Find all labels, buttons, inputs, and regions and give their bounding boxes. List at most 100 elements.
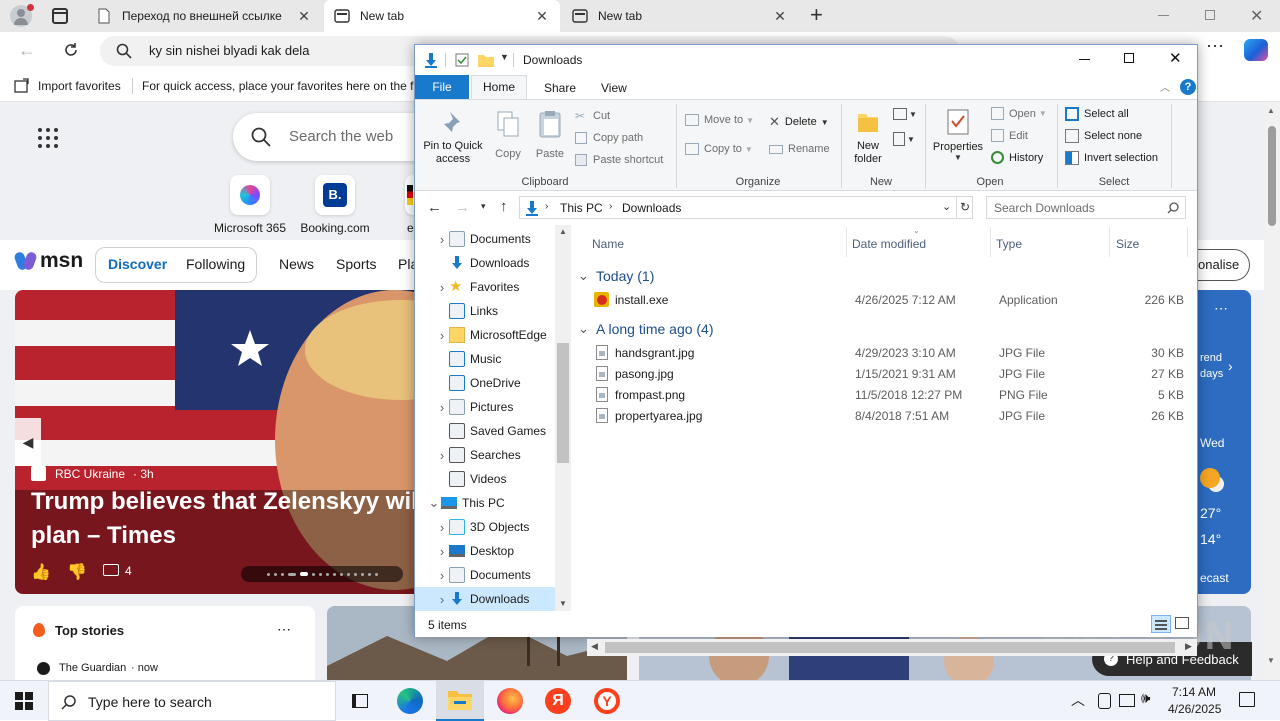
explorer-address-box[interactable]: › This PC › Downloads ⌄ ↻ [519,196,973,219]
delete-button[interactable]: ✕ Delete ▼ [769,114,829,130]
large-icons-view-icon[interactable] [1175,617,1189,629]
import-favorites-icon[interactable] [14,78,30,94]
nav-item[interactable]: › Documents [415,227,555,251]
hero-headline-line2[interactable]: plan – Times [31,522,176,550]
copy-path-button[interactable]: Copy path [575,129,643,147]
properties-button[interactable]: Properties ▼ [930,106,986,172]
expand-chevron-icon[interactable]: › [435,544,449,559]
collapse-ribbon-icon[interactable]: ︿ [1160,79,1170,94]
up-arrow-icon[interactable]: ↑ [500,198,508,215]
nav-item[interactable]: › Documents [415,563,555,587]
tab-new-tab-active[interactable]: New tab ✕ [324,0,560,32]
customize-qa-icon[interactable]: ▼ [500,52,509,62]
nav-item[interactable]: OneDrive [415,371,555,395]
tab-external-link[interactable]: Переход по внешней ссылке ✕ [86,0,322,32]
nav-item[interactable]: › Pictures [415,395,555,419]
profile-avatar[interactable] [10,4,34,27]
close-tab-icon[interactable]: ✕ [534,8,550,25]
quick-link-partial[interactable]: e [395,175,415,235]
more-menu-icon[interactable]: ⋯ [1206,36,1225,57]
network-icon[interactable] [1098,693,1111,709]
notifications-icon[interactable] [1239,692,1255,707]
task-view-button[interactable] [336,681,384,721]
new-folder-qa-icon[interactable] [478,53,494,67]
menu-home[interactable]: Home [471,75,527,100]
nav-item[interactable]: Videos [415,467,555,491]
horizontal-scrollbar[interactable]: ◀ ▶ [587,639,1197,656]
nav-item[interactable]: Links [415,299,555,323]
menu-file[interactable]: File [415,75,469,99]
tab-new-tab[interactable]: New tab ✕ [562,0,798,32]
show-hidden-icons[interactable]: ︿ [1071,690,1085,710]
invert-selection-button[interactable]: Invert selection [1065,151,1158,165]
explorer-search-box[interactable]: Search Downloads [986,196,1186,219]
nav-item[interactable]: › 3D Objects [415,515,555,539]
carousel-dots[interactable] [241,566,403,582]
volume-icon[interactable]: 🕪 [1141,690,1150,707]
minimize-icon[interactable] [1158,15,1169,16]
forecast-link[interactable]: ecast [1200,571,1229,585]
dislike-icon[interactable]: 👎 [67,562,87,582]
expand-chevron-icon[interactable]: › [435,448,449,463]
paste-shortcut-button[interactable]: Paste shortcut [575,151,663,169]
back-arrow-icon[interactable]: ← [427,199,442,216]
scroll-down-icon[interactable]: ▼ [1267,656,1275,665]
paste-button[interactable]: Paste [533,106,567,168]
expand-chevron-icon[interactable]: › [435,232,449,247]
explorer-close-icon[interactable]: ✕ [1169,49,1182,67]
taskbar-firefox[interactable] [486,681,534,721]
nav-item[interactable]: › Desktop [415,539,555,563]
tab-discover[interactable]: Discover [108,256,167,272]
tab-news[interactable]: News [279,256,314,272]
help-icon[interactable]: ? [1180,79,1196,95]
taskbar-search-box[interactable]: Type here to search [48,681,336,721]
import-favorites-link[interactable]: Import favorites [38,79,121,93]
close-tab-icon[interactable]: ✕ [772,8,788,25]
nav-item[interactable]: ⌄ This PC [415,491,555,515]
edit-button[interactable]: Edit [991,129,1028,142]
quick-link-microsoft365[interactable]: Microsoft 365 [210,175,290,235]
properties-check-icon[interactable] [455,53,469,67]
more-options-icon[interactable]: ⋯ [1214,300,1228,317]
copy-to-button[interactable]: Copy to ▼ [685,143,753,155]
menu-share[interactable]: Share [544,81,576,95]
expand-chevron-icon[interactable]: › [435,568,449,583]
hero-news-card[interactable]: ◀ RBC Ukraine · 3h Trump believes that Z… [15,290,415,594]
taskbar-yandex-browser[interactable]: Y [583,681,631,721]
menu-view[interactable]: View [601,81,627,95]
breadcrumb-chevron-icon[interactable]: › [545,201,548,212]
clock-date[interactable]: 4/26/2025 [1168,702,1221,716]
rename-button[interactable]: Rename [769,143,830,155]
nav-item[interactable]: Saved Games [415,419,555,443]
details-view-icon[interactable] [1151,615,1171,633]
breadcrumb-downloads[interactable]: Downloads [622,201,681,215]
tab-following[interactable]: Following [186,256,245,272]
weather-card[interactable]: ⋯ rend days › Wed 27° 14° ecast [1198,290,1251,594]
file-row[interactable]: install.exe 4/26/2025 7:12 AM Application 2… [584,290,1184,311]
close-window-icon[interactable]: ✕ [1250,6,1263,26]
scroll-up-icon[interactable]: ▲ [559,227,567,236]
file-row[interactable]: propertyarea.jpg 8/4/2018 7:51 AM JPG File… [584,406,1184,427]
ethernet-icon[interactable] [1119,694,1135,707]
file-group-header[interactable]: ⌄ Today (1) [578,268,1178,288]
nav-scrollbar[interactable]: ▲ ▼ [555,225,571,611]
scroll-down-icon[interactable]: ▼ [559,599,567,608]
history-button[interactable]: History [991,151,1043,164]
file-row[interactable]: handsgrant.jpg 4/29/2023 3:10 AM JPG File 3… [584,343,1184,364]
taskbar-file-explorer-active[interactable] [436,681,484,721]
next-arrow-icon[interactable]: › [1228,358,1233,374]
nav-item[interactable]: › ★ Favorites [415,275,555,299]
tab-actions-icon[interactable] [52,8,68,24]
expand-chevron-icon[interactable]: › [435,592,449,607]
select-none-button[interactable]: Select none [1065,129,1142,143]
taskbar-yandex[interactable]: Я [534,681,582,721]
file-row[interactable]: frompast.png 11/5/2018 12:27 PM PNG File 5 … [584,385,1184,406]
pin-quick-access-button[interactable]: Pin to Quick access [421,106,485,168]
explorer-minimize-icon[interactable] [1079,59,1090,60]
restore-icon[interactable] [1205,10,1215,20]
tab-sports[interactable]: Sports [336,256,376,272]
nav-item[interactable]: › Searches [415,443,555,467]
nav-item[interactable]: Downloads [415,251,555,275]
back-arrow-icon[interactable]: ← [18,40,36,61]
breadcrumb-chevron-icon[interactable]: › [609,201,612,212]
